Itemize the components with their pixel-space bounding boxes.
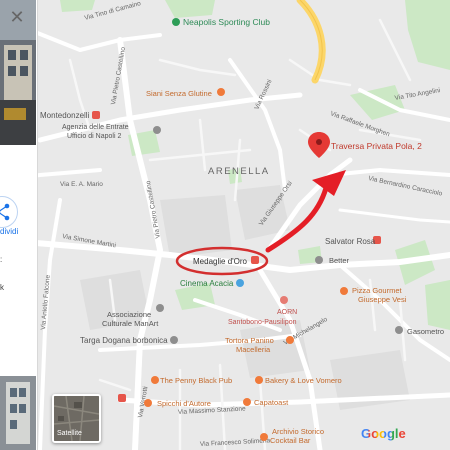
poi-label-pizza-2: Giuseppe Vesi bbox=[358, 295, 407, 304]
side-truncated-text-2: k bbox=[0, 283, 4, 292]
poi-medaglie-icon bbox=[251, 256, 259, 264]
poi-spicchi-icon bbox=[144, 399, 152, 407]
poi-label-aorn-2: Santobono-Pausilipon bbox=[228, 319, 297, 326]
poi-label-montedonzelli: Montedonzelli bbox=[40, 111, 90, 120]
poi-label-tortora-1: Tortora Panino bbox=[225, 336, 274, 345]
poi-label-assoc-2: Culturale ManArt bbox=[102, 319, 159, 328]
street-label-e-a-mario: Via E. A. Mario bbox=[60, 181, 103, 188]
place-side-panel: ✕ dividi : k bbox=[0, 0, 38, 450]
map-canvas[interactable]: Via Pietro Castellino Via Pietro Castell… bbox=[0, 0, 450, 450]
poi-transit-icon bbox=[118, 394, 126, 402]
close-button[interactable]: ✕ bbox=[4, 4, 30, 30]
poi-label-archivio-1: Archivio Storico bbox=[272, 427, 324, 436]
share-label: dividi bbox=[0, 227, 19, 236]
poi-label-salvator: Salvator Rosa bbox=[325, 237, 376, 246]
poi-label-neapolis: Neapolis Sporting Club bbox=[183, 17, 270, 27]
poi-gasometro-icon bbox=[395, 326, 403, 334]
poi-label-capatoast: Capatoast bbox=[254, 398, 289, 407]
destination-label: Traversa Privata Pola, 2 bbox=[331, 141, 422, 151]
place-photo-bottom[interactable] bbox=[0, 376, 36, 450]
poi-better-icon bbox=[315, 256, 323, 264]
poi-label-agenzia-1: Agenzia delle Entrate bbox=[62, 124, 129, 131]
satellite-toggle-button[interactable]: Satellite bbox=[52, 394, 101, 443]
poi-label-agenzia-2: Ufficio di Napoli 2 bbox=[67, 133, 121, 140]
poi-pennyblack-icon bbox=[151, 376, 159, 384]
poi-aorn-icon bbox=[280, 296, 288, 304]
poi-label-arenella: ARENELLA bbox=[208, 166, 270, 177]
poi-archivio-icon bbox=[260, 433, 268, 441]
poi-targa-icon bbox=[170, 336, 178, 344]
poi-montedonzelli-icon bbox=[92, 111, 100, 119]
poi-pizza-icon bbox=[340, 287, 348, 295]
poi-agenzia-icon bbox=[153, 126, 161, 134]
poi-label-better: Better bbox=[329, 256, 350, 265]
poi-bakery-icon bbox=[255, 376, 263, 384]
poi-label-archivio-2: Cocktail Bar bbox=[270, 436, 311, 445]
share-button[interactable] bbox=[0, 196, 18, 228]
poi-label-pizza-1: Pizza Gourmet bbox=[352, 286, 403, 295]
side-truncated-text-1: : bbox=[0, 255, 3, 264]
poi-label-tortora-2: Macelleria bbox=[236, 345, 271, 354]
share-icon bbox=[0, 203, 10, 221]
map-screenshot: Via Pietro Castellino Via Pietro Castell… bbox=[0, 0, 450, 450]
poi-label-assoc-1: Associazione bbox=[107, 310, 151, 319]
poi-siani-icon bbox=[217, 88, 225, 96]
poi-label-cinema: Cinema Acacia bbox=[180, 279, 234, 288]
google-logo-text: Google bbox=[361, 426, 406, 441]
poi-tortora-icon bbox=[286, 336, 294, 344]
poi-label-spicchi: Spicchi d'Autore bbox=[157, 399, 211, 408]
google-logo: Google bbox=[361, 426, 406, 441]
poi-capatoast-icon bbox=[243, 398, 251, 406]
poi-label-aorn-1: AORN bbox=[277, 309, 297, 316]
poi-label-medaglie: Medaglie d'Oro bbox=[193, 257, 248, 266]
poi-label-pennyblack: The Penny Black Pub bbox=[160, 376, 232, 385]
poi-cinema-icon bbox=[236, 279, 244, 287]
close-icon: ✕ bbox=[9, 6, 25, 27]
poi-assoc-icon bbox=[156, 304, 164, 312]
poi-label-siani: Siani Senza Glutine bbox=[146, 89, 212, 98]
poi-label-bakery: Bakery & Love Vomero bbox=[265, 376, 342, 385]
poi-neapolis-icon bbox=[172, 18, 180, 26]
satellite-label: Satellite bbox=[57, 430, 82, 437]
poi-label-gasometro: Gasometro bbox=[407, 327, 444, 336]
photo-bottom-image bbox=[0, 376, 36, 450]
poi-label-targa: Targa Dogana borbonica bbox=[80, 336, 168, 345]
